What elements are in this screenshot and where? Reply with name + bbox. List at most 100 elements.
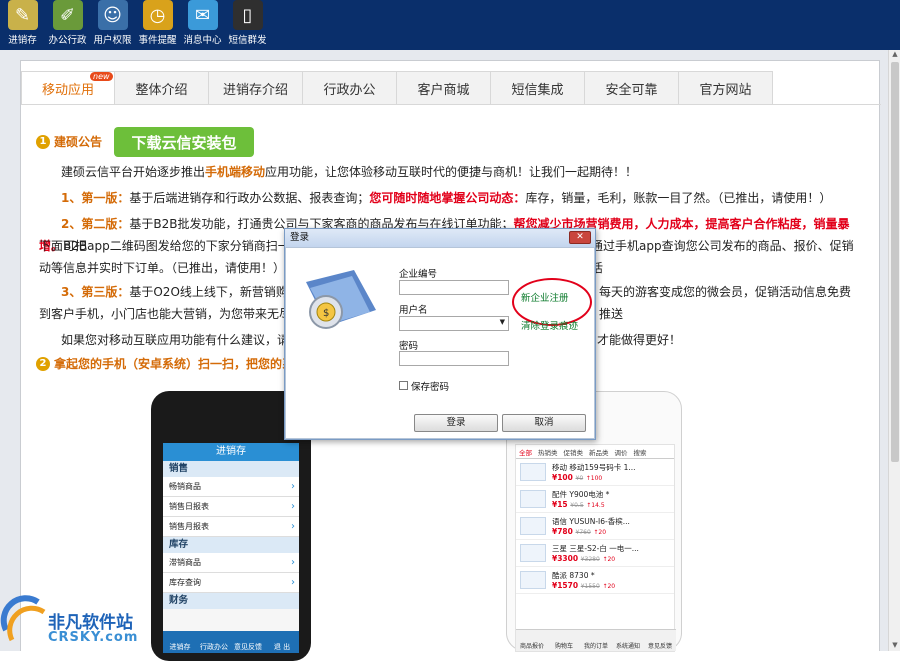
tab-1[interactable]: 整体介绍 bbox=[115, 71, 209, 105]
scroll-down-icon[interactable]: ▼ bbox=[889, 641, 900, 651]
version1-highlight: 您可随时随地掌握公司动态： bbox=[369, 191, 526, 205]
intro-text: 建硕云信平台开始逐步推出 bbox=[61, 165, 206, 179]
toolbar-item[interactable]: ✉ 消息中心 bbox=[180, 0, 225, 48]
product-row: 酷派 8730 * ¥1570 ¥1550 ↑20 bbox=[516, 567, 674, 594]
tab-7[interactable]: 官方网站 bbox=[679, 71, 773, 105]
product-name: 酷派 8730 * bbox=[552, 571, 595, 580]
price-value: ¥15 bbox=[552, 500, 568, 509]
section-title: 建硕公告 bbox=[54, 135, 103, 149]
version1-paragraph: 1、第一版：基于后端进销存和行政办公数据、报表查询；您可随时随地掌握公司动态：库… bbox=[39, 187, 867, 209]
top-toolbar: ✎ 进销存 ✐ 办公行政 ☺ 用户权限 ◷ 事件提醒 ✉ 消息中心 ▯ 短信群发 bbox=[0, 0, 900, 48]
username-label: 用户名 bbox=[399, 305, 428, 316]
toolbar-label: 事件提醒 bbox=[138, 35, 177, 46]
phone-right-category: 全部 bbox=[519, 449, 532, 457]
login-button[interactable]: 登录 bbox=[414, 414, 498, 432]
cancel-button[interactable]: 取消 bbox=[502, 414, 586, 432]
watermark: 非凡软件站 CRSKY.com bbox=[0, 590, 160, 651]
toolbar-item[interactable]: ◷ 事件提醒 bbox=[135, 0, 180, 48]
product-row: 移动 移动159号码卡 1... ¥100 ¥0 ↑100 bbox=[516, 459, 674, 486]
tab-divider bbox=[21, 104, 881, 105]
clear-login-link[interactable]: 清除登录痕迹 bbox=[521, 318, 578, 332]
tab-6[interactable]: 安全可靠 bbox=[585, 71, 679, 105]
password-input[interactable] bbox=[399, 351, 509, 366]
phone-right-screen: 全部 热销类 促销类 新品类 调价 搜索 移动 移动159号码卡 1... ¥100 ¥0 ↑… bbox=[515, 444, 676, 652]
product-name: 语信 YUSUN-I6-香槟... bbox=[552, 517, 630, 526]
remember-checkbox[interactable] bbox=[399, 381, 408, 390]
svg-text:$: $ bbox=[323, 308, 329, 319]
tab-3[interactable]: 行政办公 bbox=[303, 71, 397, 105]
tab-2[interactable]: 进销存介绍 bbox=[209, 71, 303, 105]
download-button[interactable]: 下载云信安装包 bbox=[114, 127, 254, 157]
phone-right-category: 促销类 bbox=[563, 449, 584, 457]
product-name: 移动 移动159号码卡 1... bbox=[552, 463, 636, 472]
notebook-pencil-icon: ✎ bbox=[7, 0, 38, 30]
phone-left-row: 滞销商品 bbox=[163, 553, 299, 573]
version1-text-end: 库存，销量，毛利，账款一目了然。（已推出，请使用！） bbox=[525, 191, 832, 205]
phone-thumb-icon bbox=[520, 463, 546, 481]
phone-left-row: 库存查询 bbox=[163, 573, 299, 593]
folder-key-icon: $ bbox=[306, 270, 376, 329]
phone-right-category: 新品类 bbox=[589, 449, 609, 457]
toolbar-label: 短信群发 bbox=[228, 35, 267, 46]
price-value: ¥3300 bbox=[552, 554, 579, 563]
closing-right: 才能做得更好！ bbox=[597, 333, 682, 347]
version3-text: 基于O2O线上线下，新营销购物 bbox=[129, 285, 300, 299]
phone-left-section: 财务 bbox=[163, 593, 299, 609]
tab-5[interactable]: 短信集成 bbox=[491, 71, 585, 105]
phone-left-header: 进销存 bbox=[163, 443, 299, 461]
close-icon[interactable]: ✕ bbox=[569, 231, 591, 244]
phone-left-row: 畅销商品 bbox=[163, 477, 299, 497]
old-price: ¥0 bbox=[575, 475, 584, 482]
remember-label: 保存密码 bbox=[411, 382, 450, 393]
tab-4[interactable]: 客户商城 bbox=[397, 71, 491, 105]
company-id-label: 企业编号 bbox=[399, 269, 438, 280]
old-price: ¥760 bbox=[575, 529, 591, 536]
scroll-thumb[interactable] bbox=[891, 62, 899, 462]
section-number: 1 bbox=[36, 134, 50, 149]
phone-left-nav-item: 意见反馈 bbox=[234, 643, 262, 651]
product-row: 三星 三星-S2-白 一电一... ¥3300 ¥3280 ↑20 bbox=[516, 540, 674, 567]
section-scan: 2 拿起您的手机（安卓系统）扫一扫，把您的系统 bbox=[36, 355, 306, 372]
login-dialog: 登录 ✕ $ 企业编号 新企业注册 用户名 ▼ 清除登录痕迹 密码 保存密码 登… bbox=[284, 228, 596, 440]
toolbar-label: 消息中心 bbox=[183, 35, 222, 46]
toolbar-item[interactable]: ✎ 进销存 bbox=[0, 0, 45, 48]
price-change: ↑20 bbox=[593, 529, 607, 536]
phone-left-nav-item: 行政办公 bbox=[200, 643, 228, 651]
chevron-down-icon[interactable]: ▼ bbox=[500, 318, 505, 326]
price-change: ↑100 bbox=[585, 475, 603, 482]
phone-right-nav-item: 购物车 bbox=[554, 643, 573, 650]
register-link[interactable]: 新企业注册 bbox=[521, 290, 569, 304]
toolbar-label: 办公行政 bbox=[48, 35, 87, 46]
price-change: ↑20 bbox=[602, 583, 616, 590]
phone-thumb-icon bbox=[520, 571, 546, 589]
dialog-title-bar: 登录 ✕ bbox=[285, 229, 595, 247]
company-id-input[interactable] bbox=[399, 280, 509, 295]
price-change: ↑14.5 bbox=[586, 502, 605, 509]
phone-thumb-icon bbox=[520, 544, 546, 562]
price-change: ↑20 bbox=[602, 556, 616, 563]
section-number: 2 bbox=[36, 356, 50, 371]
dialog-title: 登录 bbox=[290, 232, 310, 243]
vertical-scrollbar[interactable]: ▲ ▼ bbox=[888, 50, 900, 651]
toolbar-label: 用户权限 bbox=[93, 35, 132, 46]
scroll-up-icon[interactable]: ▲ bbox=[889, 50, 900, 60]
phone-right-nav-item: 系统通知 bbox=[615, 643, 640, 650]
toolbar-label: 进销存 bbox=[8, 35, 37, 46]
product-name: 三星 三星-S2-白 一电一... bbox=[552, 544, 639, 553]
toolbar-item[interactable]: ☺ 用户权限 bbox=[90, 0, 135, 48]
mobile-phone-icon: ▯ bbox=[232, 0, 263, 30]
old-price: ¥3280 bbox=[580, 556, 600, 563]
toolbar-item[interactable]: ▯ 短信群发 bbox=[225, 0, 270, 48]
product-price: ¥15 ¥0.5 ↑14.5 bbox=[552, 500, 605, 509]
username-select[interactable]: ▼ bbox=[399, 316, 509, 331]
phone-left-row: 销售月报表 bbox=[163, 517, 299, 537]
chat-bubble-icon: ✉ bbox=[187, 0, 218, 30]
phone-right-nav-item: 我的订单 bbox=[583, 643, 608, 650]
product-row: 配件 Y900电池 * ¥15 ¥0.5 ↑14.5 bbox=[516, 486, 674, 513]
phone-right-nav-item: 意见反馈 bbox=[647, 643, 672, 650]
product-price: ¥780 ¥760 ↑20 bbox=[552, 527, 606, 536]
phone-right-category: 调价 bbox=[614, 449, 628, 457]
phone-left-nav: 进销存 行政办公 意见反馈 退 出 bbox=[163, 631, 299, 653]
product-price: ¥1570 ¥1550 ↑20 bbox=[552, 581, 615, 590]
toolbar-item[interactable]: ✐ 办公行政 bbox=[45, 0, 90, 48]
